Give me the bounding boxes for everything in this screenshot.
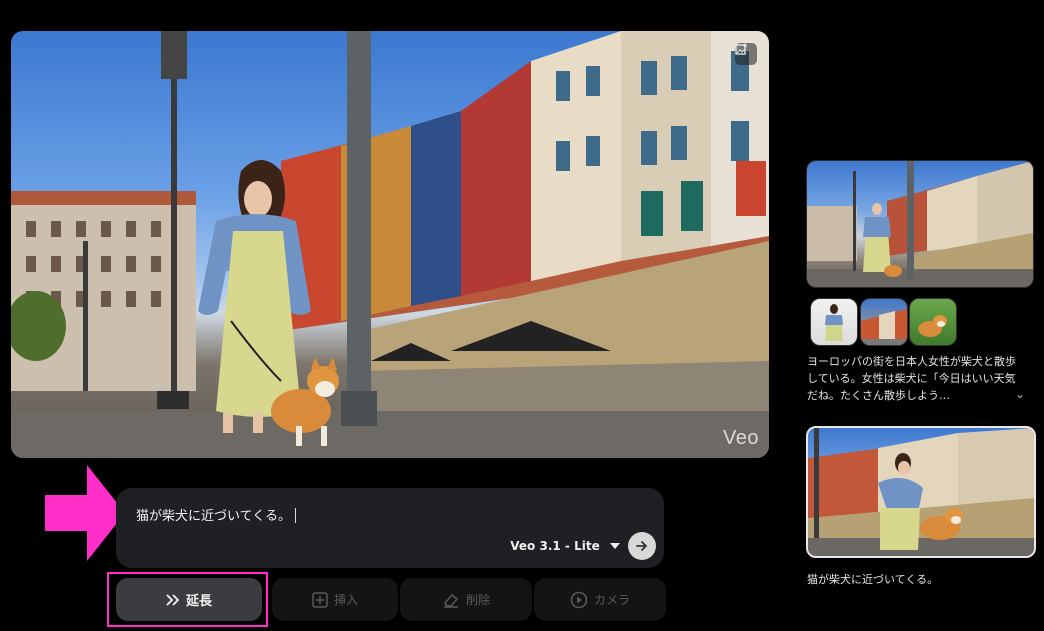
- prompt-box[interactable]: 猫が柴犬に近づいてくる。 Veo 3.1 - Lite: [116, 488, 664, 568]
- clip-2-caption: 猫が柴犬に近づいてくる。: [807, 573, 939, 586]
- reference-shiba-illustration: [918, 315, 947, 337]
- prompt-input[interactable]: 猫が柴犬に近づいてくる。: [136, 505, 296, 524]
- video-frame-illustration: [11, 31, 769, 458]
- arrow-right-icon: [636, 541, 647, 551]
- text-caret: [294, 508, 296, 523]
- main-video-preview[interactable]: Veo: [11, 31, 769, 458]
- insert-button-label: 挿入: [333, 593, 358, 607]
- reference-street-illustration: [861, 309, 907, 345]
- clip-thumbnail-1[interactable]: [806, 160, 1034, 288]
- clip-thumbnail-2[interactable]: [806, 426, 1036, 558]
- reference-image-street[interactable]: [860, 298, 908, 346]
- model-select-label: Veo 3.1 - Lite: [510, 539, 600, 553]
- clip-2-frame-illustration: [808, 428, 1034, 556]
- reference-image-woman[interactable]: [810, 298, 858, 346]
- camera-button[interactable]: カメラ: [534, 578, 666, 621]
- clip-1-description: ヨーロッパの街を日本人女性が柴犬と散歩している。女性は柴犬に「今日はいい天気だね…: [807, 355, 1016, 402]
- add-to-scene-button[interactable]: [735, 43, 757, 65]
- add-box-icon: [312, 591, 328, 608]
- insert-button[interactable]: 挿入: [272, 578, 398, 621]
- image-add-icon: [735, 43, 747, 55]
- clip-1-frame-illustration: [807, 161, 1033, 287]
- annotation-arrow: [45, 465, 125, 561]
- play-circle-icon: [570, 591, 588, 608]
- delete-button[interactable]: 削除: [400, 578, 532, 621]
- veo-watermark: Veo: [723, 427, 759, 449]
- model-select[interactable]: Veo 3.1 - Lite: [508, 532, 622, 560]
- camera-button-label: カメラ: [593, 593, 630, 607]
- delete-button-label: 削除: [465, 593, 490, 607]
- extend-highlight-box: [107, 572, 268, 627]
- chevron-down-icon[interactable]: ⌄: [1015, 387, 1025, 401]
- eraser-icon: [443, 593, 459, 608]
- chevron-down-icon: [609, 543, 620, 549]
- prompt-input-text: 猫が柴犬に近づいてくる。: [136, 509, 291, 524]
- reference-image-shiba[interactable]: [909, 298, 957, 346]
- send-button[interactable]: [628, 532, 656, 560]
- flow-editor: Veo 猫が柴犬に近づいてくる。 Veo 3.1 - Lite 延長 挿入 削除…: [0, 0, 1044, 631]
- reference-woman-illustration: [825, 304, 843, 341]
